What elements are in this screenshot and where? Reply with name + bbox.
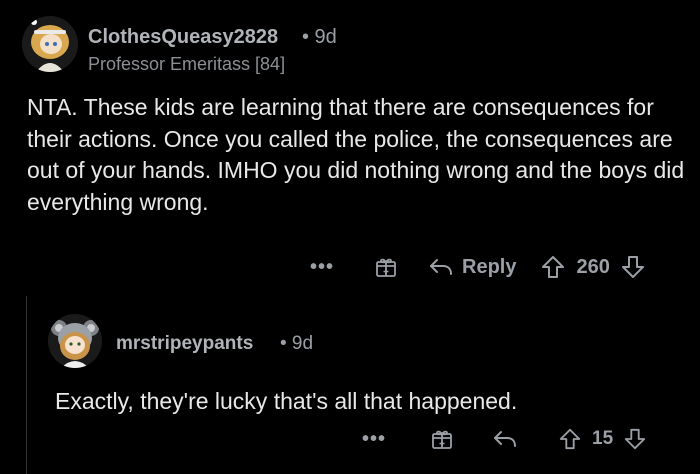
reply-timestamp: • 9d — [280, 333, 314, 354]
reply-arrow-icon[interactable] — [492, 428, 518, 450]
thread-line[interactable] — [26, 296, 27, 474]
comment-action-row: ••• Reply 260 — [310, 251, 646, 283]
comment-timestamp: • 9d — [302, 26, 337, 48]
avatar[interactable] — [22, 16, 78, 72]
reply-avatar[interactable] — [48, 314, 102, 368]
reply-button[interactable]: Reply — [428, 256, 516, 279]
reply-body: Exactly, they're lucky that's all that h… — [55, 388, 518, 414]
vote-score: 260 — [576, 255, 610, 278]
reply-username[interactable]: mrstripeypants — [116, 333, 253, 355]
upvote-arrow-icon[interactable] — [558, 427, 582, 451]
user-flair: Professor Emeritass [84] — [88, 54, 286, 74]
reply-label: Reply — [462, 255, 517, 278]
downvote-arrow-icon[interactable] — [620, 254, 646, 280]
reply-action-row: ••• 15 — [362, 423, 647, 455]
more-options-button[interactable]: ••• — [310, 257, 334, 277]
comment-body: NTA. These kids are learning that there … — [27, 94, 685, 215]
reply-arrow-icon — [428, 256, 454, 278]
comment-username[interactable]: ClothesQueasy2828 — [88, 26, 278, 49]
upvote-arrow-icon[interactable] — [540, 254, 566, 280]
award-icon[interactable] — [374, 255, 398, 279]
award-icon[interactable] — [430, 427, 454, 451]
comment: ClothesQueasy2828 • 9d Professor Emerita… — [0, 0, 700, 290]
downvote-arrow-icon[interactable] — [623, 427, 647, 451]
vote-score: 15 — [592, 428, 614, 449]
more-options-button[interactable]: ••• — [362, 429, 386, 449]
